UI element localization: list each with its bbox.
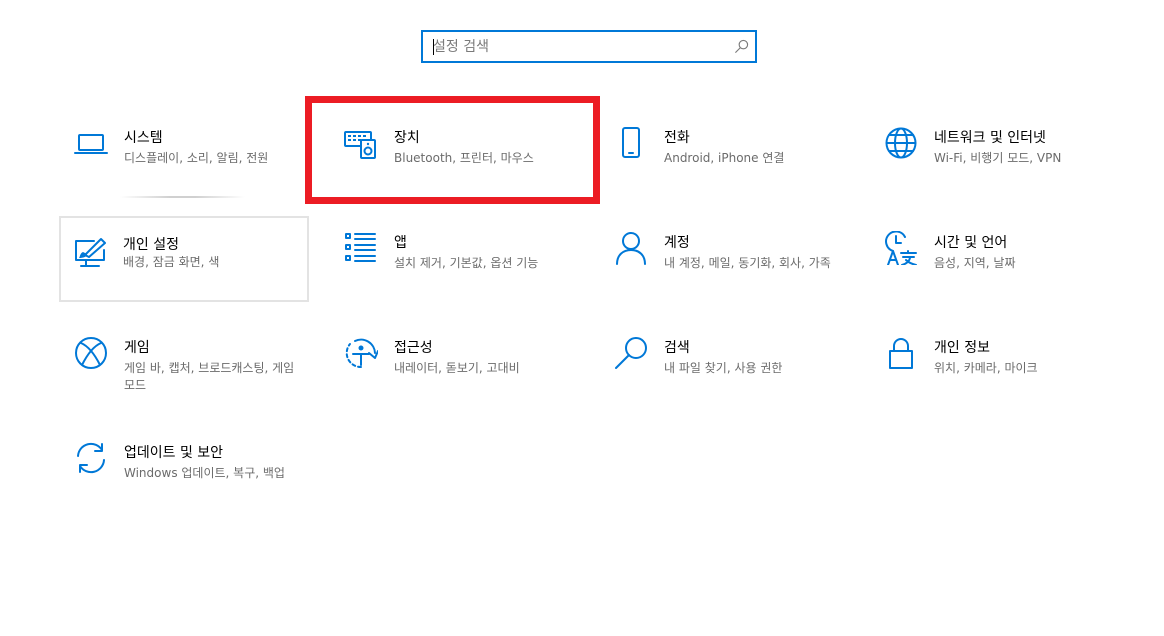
lock-icon [889, 338, 913, 369]
tile-ease-of-access[interactable]: 접근성 내레이터, 돋보기, 고대비 [330, 320, 570, 398]
laptop-icon [74, 134, 108, 154]
tile-system[interactable]: 시스템 디스플레이, 소리, 알림, 전원 [60, 110, 300, 188]
apps-list-icon [345, 233, 376, 262]
red-highlight-box [305, 96, 600, 204]
tile-subtitle: Android, iPhone 연결 [664, 151, 785, 165]
tile-subtitle: 디스플레이, 소리, 알림, 전원 [124, 151, 269, 165]
tile-title: 계정 [664, 235, 690, 251]
search-icon [615, 337, 647, 369]
search-input[interactable] [433, 32, 723, 61]
tile-subtitle: 내레이터, 돋보기, 고대비 [394, 361, 520, 375]
tile-subtitle: 내 계정, 메일, 동기화, 회사, 가족 [664, 256, 831, 270]
tile-subtitle: Wi-Fi, 비행기 모드, VPN [934, 151, 1062, 165]
tile-network[interactable]: 네트워크 및 인터넷 Wi-Fi, 비행기 모드, VPN [870, 110, 1110, 188]
phone-icon [622, 127, 640, 158]
tile-gaming[interactable]: 게임 게임 바, 캡처, 브로드캐스팅, 게임 모드 [60, 320, 300, 398]
tile-title: 앱 [394, 235, 407, 251]
divider [120, 196, 245, 198]
text-caret [433, 39, 434, 55]
tile-title: 게임 [124, 340, 150, 356]
xbox-icon [75, 337, 107, 369]
tile-title: 네트워크 및 인터넷 [934, 130, 1046, 146]
tile-title: 접근성 [394, 340, 433, 356]
tile-subtitle: 배경, 잠금 화면, 색 [123, 255, 220, 269]
tile-subtitle: 내 파일 찾기, 사용 권한 [664, 361, 783, 375]
tile-personalization[interactable]: 개인 설정 배경, 잠금 화면, 색 [59, 216, 309, 302]
personalization-icon [75, 238, 106, 267]
tile-time-language[interactable]: 시간 및 언어 음성, 지역, 날짜 [870, 215, 1110, 293]
globe-icon [885, 127, 917, 159]
tile-title: 개인 정보 [934, 340, 990, 356]
tile-title: 전화 [664, 130, 690, 146]
tile-subtitle: Windows 업데이트, 복구, 백업 [124, 466, 285, 480]
tile-title: 업데이트 및 보안 [124, 445, 224, 461]
tile-subtitle: 음성, 지역, 날짜 [934, 256, 1016, 270]
ease-of-access-icon [345, 338, 378, 369]
tile-accounts[interactable]: 계정 내 계정, 메일, 동기화, 회사, 가족 [600, 215, 840, 293]
person-icon [616, 232, 646, 265]
tile-subtitle: 설치 제거, 기본값, 옵션 기능 [394, 256, 539, 270]
tile-update-security[interactable]: 업데이트 및 보안 Windows 업데이트, 복구, 백업 [60, 425, 300, 503]
tile-subtitle: 게임 바, 캡처, 브로드캐스팅, 게임 모드 [124, 361, 295, 392]
search-icon[interactable] [734, 39, 749, 54]
tile-apps[interactable]: 앱 설치 제거, 기본값, 옵션 기능 [330, 215, 570, 293]
tile-title: 시스템 [124, 130, 163, 146]
tile-title: 시간 및 언어 [934, 235, 1008, 251]
tile-subtitle: 위치, 카메라, 마이크 [934, 361, 1038, 375]
sync-icon [77, 442, 105, 474]
time-language-icon [885, 231, 917, 265]
tile-title: 개인 설정 [123, 237, 179, 253]
tile-privacy[interactable]: 개인 정보 위치, 카메라, 마이크 [870, 320, 1110, 398]
tile-phone[interactable]: 전화 Android, iPhone 연결 [600, 110, 840, 188]
tile-search[interactable]: 검색 내 파일 찾기, 사용 권한 [600, 320, 840, 398]
settings-search-box[interactable] [421, 30, 757, 63]
tile-title: 검색 [664, 340, 690, 356]
